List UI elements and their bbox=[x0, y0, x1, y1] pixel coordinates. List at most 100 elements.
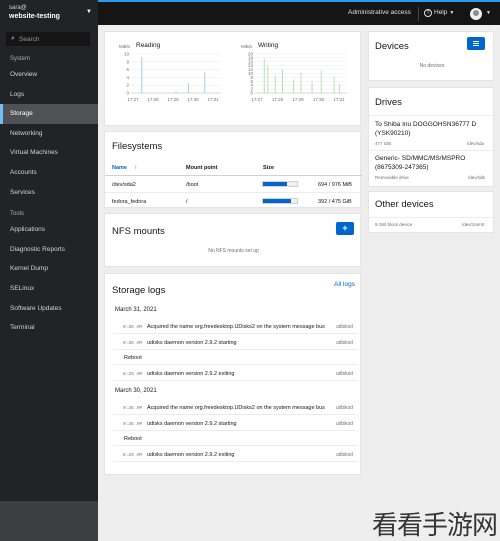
nav-section-system: System bbox=[10, 56, 31, 62]
y-tick-label: 10 bbox=[124, 52, 130, 57]
y-tick-label: 6 bbox=[126, 67, 129, 72]
sidebar: sara@ website-testing ▼ ⌕ System Overvie… bbox=[0, 0, 98, 541]
log-time: 8:25 AM bbox=[123, 371, 142, 377]
storage-logs-card: Storage logs All logs March 31, 2021 9:36… bbox=[104, 273, 361, 475]
storage-io-card: MiB/s Reading 10 8 6 4 2 0 17:27 17:28 17:29 17:3… bbox=[104, 31, 361, 126]
nfs-mounts-card: NFS mounts + No NFS mounts set up bbox=[104, 213, 361, 267]
search-input[interactable] bbox=[18, 35, 79, 43]
caret-down-icon: ▼ bbox=[86, 9, 92, 15]
devices-empty-text: No devices bbox=[419, 63, 445, 69]
masthead-divider bbox=[418, 7, 419, 21]
col-size-header: Size bbox=[263, 165, 275, 171]
avatar[interactable] bbox=[470, 8, 482, 20]
nav-overview[interactable]: Overview bbox=[0, 65, 98, 85]
log-source: udisksd bbox=[336, 324, 353, 330]
all-logs-link[interactable]: All logs bbox=[334, 281, 355, 288]
x-tick-label: 17:30 bbox=[313, 97, 325, 102]
log-separator bbox=[113, 414, 358, 415]
watermark-text: 看看手游网 bbox=[372, 511, 498, 541]
log-date-heading: March 30, 2021 bbox=[115, 388, 157, 394]
sidebar-footer bbox=[0, 501, 98, 541]
add-nfs-button[interactable]: + bbox=[336, 222, 354, 235]
drive-dev: /dev/sdb bbox=[468, 175, 486, 180]
log-message: Acquired the name org.freedesktop.UDisks… bbox=[147, 405, 325, 411]
log-message: udisks daemon version 2.9.2 exiting bbox=[147, 370, 235, 377]
filesystems-card: Filesystems Name ↑ Mount point Size /dev… bbox=[104, 131, 362, 208]
sort-arrow-icon: ↑ bbox=[134, 165, 138, 171]
x-tick-label: 17:27 bbox=[251, 97, 263, 102]
nav-applications[interactable]: Applications bbox=[0, 220, 98, 240]
nav-networking[interactable]: Networking bbox=[0, 124, 98, 144]
log-source: udisksd bbox=[336, 405, 353, 411]
masthead: Administrative access ? Help ▼ ▼ bbox=[98, 0, 500, 25]
log-separator bbox=[113, 445, 358, 446]
nav-section-tools: Tools bbox=[10, 211, 25, 218]
nav-diagnostic-reports[interactable]: Diagnostic Reports bbox=[0, 240, 98, 260]
drive-name: Generic- SD/MMC/MS/MSPRO (8675309-247365… bbox=[375, 155, 466, 171]
log-source: udisksd bbox=[336, 451, 353, 458]
fs-usage-bar bbox=[262, 181, 298, 187]
writing-plot: 2018161412108642017:27 17:28 17:29 17:30 17:… bbox=[248, 52, 347, 102]
help-icon: ? bbox=[424, 9, 432, 17]
y-tick-label: 0 bbox=[250, 91, 253, 96]
log-message: Reboot bbox=[124, 355, 142, 361]
drives-card: Drives To Shiba Inu DOGGOHSN36777 D (YSK… bbox=[368, 87, 495, 187]
log-message: udisks daemon version 2.9.2 exiting bbox=[147, 451, 235, 458]
filesystems-title: Filesystems bbox=[112, 141, 163, 152]
x-tick-label: 17:31 bbox=[333, 97, 345, 102]
x-tick-label: 17:27 bbox=[127, 97, 139, 102]
search-box: ⌕ bbox=[6, 32, 90, 46]
nav-terminal[interactable]: Terminal bbox=[0, 318, 98, 338]
nav-logs[interactable]: Logs bbox=[0, 85, 98, 105]
log-message: udisks daemon version 2.9.2 starting bbox=[147, 339, 237, 346]
nav-software-updates[interactable]: Software Updates bbox=[0, 299, 98, 319]
chevron-down-icon[interactable]: ▼ bbox=[486, 10, 491, 16]
nav-kernel-dump[interactable]: Kernel Dump bbox=[0, 259, 98, 279]
nfs-title: NFS mounts bbox=[112, 226, 165, 237]
fs-row-name[interactable]: /dev/sda2 bbox=[112, 182, 136, 188]
x-tick-label: 17:30 bbox=[187, 97, 199, 102]
nav-accounts[interactable]: Accounts bbox=[0, 163, 98, 183]
nfs-empty-text: No NFS mounts set up bbox=[208, 248, 259, 254]
nav-selinux[interactable]: SELinux bbox=[0, 279, 98, 299]
chevron-down-icon: ▼ bbox=[449, 10, 455, 16]
devices-menu-button[interactable] bbox=[467, 37, 485, 50]
log-time: 9:36 AM bbox=[123, 421, 142, 427]
log-source: udisksd bbox=[336, 339, 353, 346]
nav-storage[interactable]: Storage bbox=[0, 104, 98, 124]
log-time: 9:36 AM bbox=[123, 406, 142, 411]
fs-row-mount: /boot bbox=[186, 182, 199, 188]
nav-virtual-machines[interactable]: Virtual Machines bbox=[0, 143, 98, 163]
x-tick-label: 17:28 bbox=[147, 97, 159, 102]
other-devices-separator bbox=[369, 217, 495, 218]
host-user: sara@ bbox=[9, 5, 27, 11]
host-switcher[interactable]: sara@ website-testing ▼ bbox=[0, 0, 98, 27]
log-separator bbox=[113, 460, 358, 462]
other-devices-card: Other devices 9 GiB block device /dev/zr… bbox=[368, 191, 495, 233]
log-message: udisks daemon version 2.9.2 starting bbox=[147, 420, 237, 427]
log-source: udisksd bbox=[336, 370, 353, 377]
y-tick-label: 0 bbox=[126, 91, 129, 96]
header-separator bbox=[105, 175, 362, 176]
fs-row-usage: 392 / 475 GiB bbox=[318, 199, 352, 205]
drive-dev: /dev/sda bbox=[467, 141, 485, 146]
col-name-header[interactable]: Name ↑ bbox=[112, 165, 137, 171]
other-device-dev: /dev/zram0 bbox=[462, 222, 485, 227]
host-name: website-testing bbox=[9, 13, 60, 20]
drives-separator bbox=[369, 150, 495, 151]
help-menu-button[interactable]: ? Help ▼ bbox=[424, 9, 454, 17]
log-message: Acquired the name org.freedesktop.UDisks… bbox=[147, 324, 325, 330]
fs-row-name[interactable]: fedora_fedora bbox=[112, 199, 146, 205]
reading-chart: MiB/s Reading 10 8 6 4 2 0 17:27 17:28 17:29 17:3… bbox=[105, 32, 233, 127]
search-icon: ⌕ bbox=[11, 35, 15, 42]
log-separator bbox=[113, 429, 358, 431]
nav-services[interactable]: Services bbox=[0, 183, 98, 203]
log-date-heading: March 31, 2021 bbox=[115, 307, 157, 313]
admin-access-button[interactable]: Administrative access bbox=[348, 9, 411, 16]
drive-size: Removable drive bbox=[375, 175, 409, 180]
row-separator bbox=[105, 192, 362, 193]
drives-separator bbox=[369, 115, 495, 116]
other-device-name: 9 GiB block device bbox=[375, 222, 413, 227]
log-time: 8:25 AM bbox=[123, 452, 142, 458]
other-devices-title: Other devices bbox=[375, 199, 434, 210]
